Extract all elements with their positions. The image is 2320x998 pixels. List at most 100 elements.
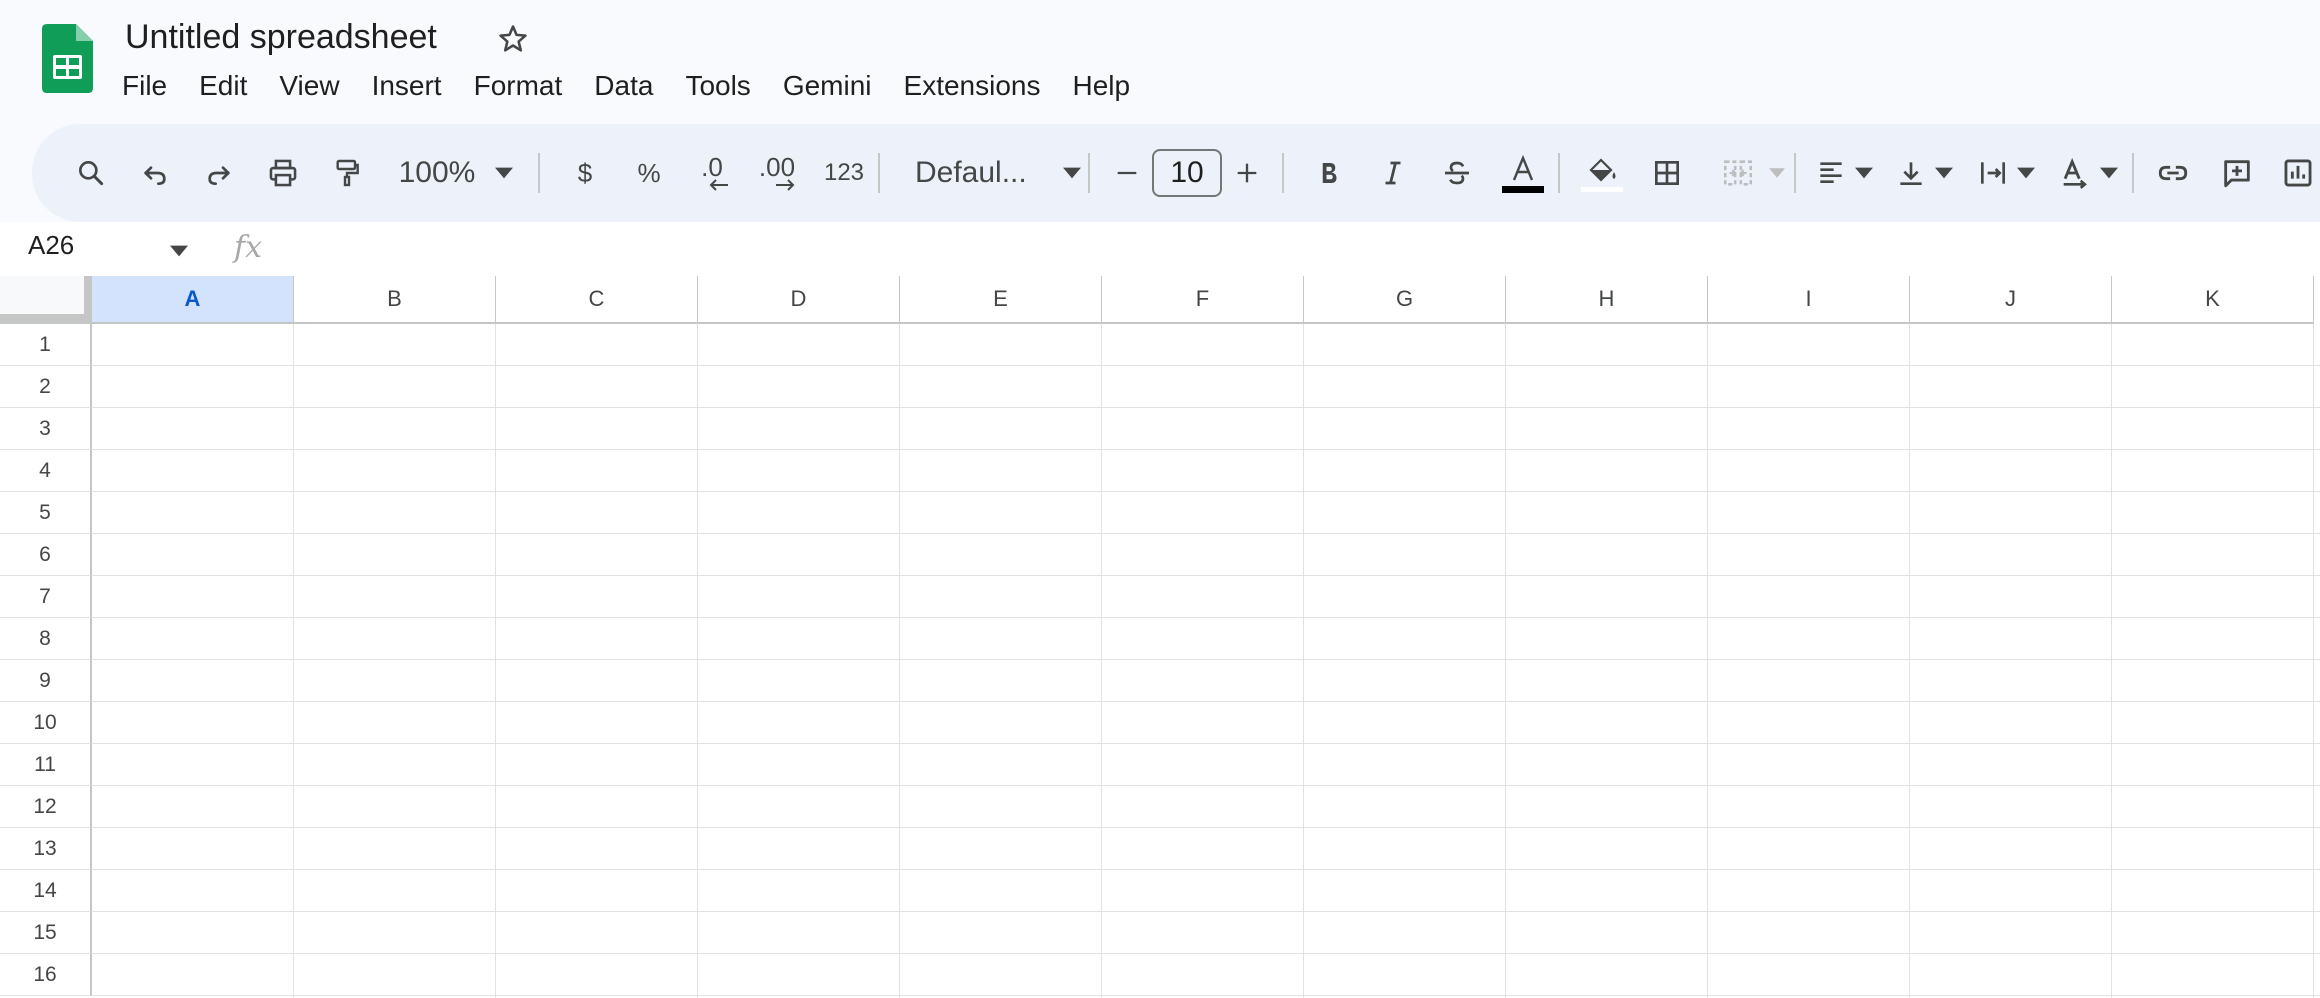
document-title[interactable]: Untitled spreadsheet bbox=[121, 16, 441, 59]
font-size-input[interactable]: 10 bbox=[1152, 124, 1222, 222]
paint-format-icon[interactable] bbox=[322, 124, 372, 222]
bold-icon[interactable] bbox=[1304, 124, 1354, 222]
text-rotation-button[interactable] bbox=[2052, 124, 2124, 222]
decrease-decimal-button[interactable]: .0 bbox=[682, 124, 742, 222]
text-color-icon[interactable] bbox=[1496, 124, 1550, 222]
row-header-2[interactable]: 2 bbox=[0, 366, 92, 408]
increase-decimal-button[interactable]: .00 bbox=[744, 124, 810, 222]
gridline-horizontal bbox=[92, 911, 2320, 912]
undo-icon[interactable] bbox=[130, 124, 180, 222]
horizontal-align-button[interactable] bbox=[1808, 124, 1880, 222]
menu-edit[interactable]: Edit bbox=[183, 66, 263, 106]
row-header-6[interactable]: 6 bbox=[0, 534, 92, 576]
name-box[interactable]: A26 bbox=[28, 230, 148, 261]
insert-chart-icon[interactable] bbox=[2276, 124, 2320, 222]
gridline-vertical bbox=[899, 324, 900, 998]
borders-icon[interactable] bbox=[1642, 124, 1692, 222]
gridline-vertical bbox=[495, 324, 496, 998]
menu-data[interactable]: Data bbox=[578, 66, 669, 106]
arrow-right-icon bbox=[776, 179, 795, 191]
column-header-row: ABCDEFGHIJK bbox=[0, 276, 2320, 324]
row-header-14[interactable]: 14 bbox=[0, 870, 92, 912]
column-header-e[interactable]: E bbox=[900, 276, 1102, 324]
merge-cells-button[interactable] bbox=[1708, 124, 1798, 222]
sheets-logo-icon[interactable] bbox=[42, 24, 93, 93]
column-header-k[interactable]: K bbox=[2112, 276, 2314, 324]
row-header-8[interactable]: 8 bbox=[0, 618, 92, 660]
gridline-horizontal bbox=[92, 449, 2320, 450]
font-value: Defaul... bbox=[915, 156, 1027, 189]
vertical-align-button[interactable] bbox=[1888, 124, 1960, 222]
column-header-b[interactable]: B bbox=[294, 276, 496, 324]
gridline-vertical bbox=[1303, 324, 1304, 998]
more-formats-button[interactable]: 123 bbox=[812, 124, 876, 222]
decrease-font-size-icon[interactable] bbox=[1104, 124, 1150, 222]
menu-bar: File Edit View Insert Format Data Tools … bbox=[106, 66, 1146, 106]
increase-font-size-icon[interactable] bbox=[1224, 124, 1270, 222]
star-icon[interactable] bbox=[496, 22, 530, 56]
column-header-c[interactable]: C bbox=[496, 276, 698, 324]
gridline-horizontal bbox=[92, 701, 2320, 702]
menu-gemini[interactable]: Gemini bbox=[767, 66, 888, 106]
format-currency-button[interactable]: $ bbox=[562, 124, 608, 222]
menu-view[interactable]: View bbox=[263, 66, 355, 106]
column-header-i[interactable]: I bbox=[1708, 276, 1910, 324]
redo-icon[interactable] bbox=[194, 124, 244, 222]
font-size-value: 10 bbox=[1170, 156, 1204, 189]
menu-insert[interactable]: Insert bbox=[356, 66, 458, 106]
gridline-vertical bbox=[697, 324, 698, 998]
menu-format[interactable]: Format bbox=[458, 66, 579, 106]
row-header-4[interactable]: 4 bbox=[0, 450, 92, 492]
currency-label: $ bbox=[577, 157, 593, 188]
row-header-1[interactable]: 1 bbox=[0, 324, 92, 366]
row-header-15[interactable]: 15 bbox=[0, 912, 92, 954]
menu-help[interactable]: Help bbox=[1056, 66, 1146, 106]
column-header-f[interactable]: F bbox=[1102, 276, 1304, 324]
row-header-5[interactable]: 5 bbox=[0, 492, 92, 534]
row-header-7[interactable]: 7 bbox=[0, 576, 92, 618]
formula-bar: A26 fx bbox=[0, 222, 2320, 276]
fill-color-icon[interactable] bbox=[1572, 124, 1632, 222]
strikethrough-icon[interactable] bbox=[1432, 124, 1482, 222]
gridline-horizontal bbox=[92, 827, 2320, 828]
row-header-16[interactable]: 16 bbox=[0, 954, 92, 996]
text-wrapping-button[interactable] bbox=[1970, 124, 2042, 222]
menu-extensions[interactable]: Extensions bbox=[888, 66, 1057, 106]
row-header-10[interactable]: 10 bbox=[0, 702, 92, 744]
italic-icon[interactable] bbox=[1368, 124, 1418, 222]
zoom-select[interactable]: 100% bbox=[386, 124, 526, 222]
column-header-g[interactable]: G bbox=[1304, 276, 1506, 324]
toolbar-divider bbox=[538, 153, 540, 193]
column-header-j[interactable]: J bbox=[1910, 276, 2112, 324]
row-header-3[interactable]: 3 bbox=[0, 408, 92, 450]
gridline-horizontal bbox=[92, 743, 2320, 744]
print-icon[interactable] bbox=[258, 124, 308, 222]
row-header-12[interactable]: 12 bbox=[0, 786, 92, 828]
select-all-corner[interactable] bbox=[0, 276, 92, 324]
row-header-11[interactable]: 11 bbox=[0, 744, 92, 786]
freeze-rows-handle[interactable] bbox=[0, 314, 90, 322]
format-percent-button[interactable]: % bbox=[626, 124, 672, 222]
gridline-horizontal bbox=[92, 491, 2320, 492]
zoom-value: 100% bbox=[398, 156, 476, 189]
row-header-13[interactable]: 13 bbox=[0, 828, 92, 870]
cell-area[interactable] bbox=[92, 324, 2320, 998]
freeze-columns-handle[interactable] bbox=[84, 276, 92, 318]
menu-file[interactable]: File bbox=[106, 66, 183, 106]
arrow-left-icon bbox=[709, 179, 728, 191]
search-menus-icon[interactable] bbox=[66, 124, 116, 222]
column-header-d[interactable]: D bbox=[698, 276, 900, 324]
insert-link-icon[interactable] bbox=[2148, 124, 2198, 222]
font-select[interactable]: Defaul... bbox=[898, 124, 1098, 222]
row-header-9[interactable]: 9 bbox=[0, 660, 92, 702]
column-header-h[interactable]: H bbox=[1506, 276, 1708, 324]
formula-input[interactable] bbox=[290, 226, 2290, 272]
chevron-down-icon[interactable] bbox=[170, 244, 188, 262]
gridline-vertical bbox=[2313, 324, 2314, 998]
menu-tools[interactable]: Tools bbox=[669, 66, 766, 106]
gridline-horizontal bbox=[92, 575, 2320, 576]
chevron-down-icon bbox=[1935, 167, 1953, 179]
toolbar: 100% $ % .0 .00 123 Defaul... 10 bbox=[32, 124, 2320, 222]
insert-comment-icon[interactable] bbox=[2212, 124, 2262, 222]
column-header-a[interactable]: A bbox=[92, 276, 294, 324]
